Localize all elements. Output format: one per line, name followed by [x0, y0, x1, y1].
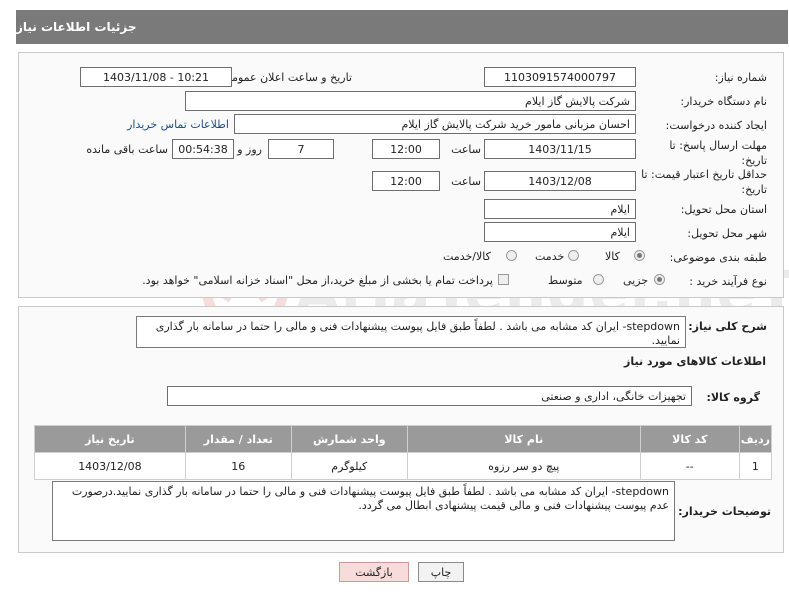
province-label: استان محل تحویل:: [680, 203, 767, 216]
deadline-time-field: 12:00: [372, 139, 440, 159]
city-label: شهر محل تحویل:: [687, 227, 767, 240]
cell-date: 1403/12/08: [34, 452, 186, 480]
process-option-medium: متوسط: [548, 274, 583, 287]
buyer-org-field: شرکت پالایش گاز ایلام: [185, 91, 636, 111]
contact-info-link[interactable]: اطلاعات تماس خریدار: [127, 118, 229, 131]
cell-row: 1: [738, 452, 773, 480]
category-label: طبقه بندی موضوعی:: [669, 251, 767, 264]
category-option-service: خدمت: [535, 250, 565, 263]
buyer-org-label: نام دستگاه خریدار:: [680, 95, 767, 108]
validity-time-label: ساعت: [451, 175, 481, 188]
need-number-label: شماره نیاز:: [714, 71, 767, 84]
deadline-date-field: 1403/11/15: [484, 139, 636, 159]
cell-code: --: [639, 452, 740, 480]
announce-label: تاریخ و ساعت اعلان عمومی:: [219, 71, 352, 84]
cell-name: پیچ دو سر رزوه: [406, 452, 641, 480]
deadline-time-label: ساعت: [451, 143, 481, 156]
process-radio-medium[interactable]: [593, 274, 604, 285]
description-label: شرح کلی نیاز:: [688, 320, 767, 333]
col-row: ردیف: [738, 425, 773, 453]
cell-unit: کیلوگرم: [290, 452, 408, 480]
cell-qty: 16: [184, 452, 292, 480]
validity-date-field: 1403/12/08: [484, 171, 636, 191]
page-header: جزئیات اطلاعات نیاز: [16, 10, 788, 44]
deadline-label: مهلت ارسال پاسخ: تا تاریخ:: [669, 139, 767, 167]
category-radio-service[interactable]: [568, 250, 579, 261]
category-option-goods: کالا: [605, 250, 620, 263]
col-unit: واحد شمارش: [290, 425, 408, 453]
category-radio-goods-service[interactable]: [506, 250, 517, 261]
days-field: 7: [268, 139, 334, 159]
validity-time-field: 12:00: [372, 171, 440, 191]
city-field: ایلام: [484, 222, 636, 242]
goods-group-field: تجهیزات خانگی، اداری و صنعتی: [167, 386, 692, 406]
goods-section-title: اطلاعات کالاهای مورد نیاز: [624, 355, 766, 368]
announce-field: 1403/11/08 - 10:21: [80, 67, 232, 87]
process-option-minor: جزیی: [623, 274, 649, 287]
table-header-row: ردیف کد کالا نام کالا واحد شمارش تعداد /…: [34, 425, 773, 453]
requester-field: احسان مزبانی مامور خرید شرکت پالایش گاز …: [234, 114, 636, 134]
goods-group-label: گروه کالا:: [706, 391, 760, 404]
remaining-time-field: 00:54:38: [172, 139, 234, 159]
col-date: تاریخ نیاز: [34, 425, 186, 453]
col-name: نام کالا: [406, 425, 641, 453]
process-label: نوع فرآیند خرید :: [689, 275, 767, 288]
table-row: 1 -- پیچ دو سر رزوه کیلوگرم 16 1403/12/0…: [34, 452, 773, 480]
treasury-payment-checkbox[interactable]: [498, 274, 509, 285]
back-button[interactable]: بازگشت: [339, 562, 409, 582]
description-textarea: stepdown- ایران کد مشابه می باشد . لطفاً…: [136, 316, 686, 348]
buyer-notes-label: توضیحات خریدار:: [678, 505, 771, 518]
buyer-notes-textarea: stepdown- ایران کد مشابه می باشد . لطفاً…: [52, 481, 675, 541]
remaining-time-label: ساعت باقی مانده: [86, 143, 168, 156]
validity-label: حداقل تاریخ اعتبار قیمت: تا تاریخ:: [641, 168, 767, 196]
category-option-goods-service: کالا/خدمت: [443, 250, 491, 263]
print-button[interactable]: چاپ: [418, 562, 464, 582]
need-number-field: 1103091574000797: [484, 67, 636, 87]
page-title: جزئیات اطلاعات نیاز: [16, 20, 137, 34]
goods-table: ردیف کد کالا نام کالا واحد شمارش تعداد /…: [34, 425, 773, 480]
col-qty: تعداد / مقدار: [184, 425, 292, 453]
col-code: کد کالا: [639, 425, 740, 453]
treasury-payment-note: پرداخت تمام یا بخشی از مبلغ خرید،از محل …: [142, 274, 493, 287]
requester-label: ایجاد کننده درخواست:: [665, 119, 767, 132]
province-field: ایلام: [484, 199, 636, 219]
category-radio-goods[interactable]: [634, 250, 645, 261]
process-radio-minor[interactable]: [654, 274, 665, 285]
days-label: روز و: [237, 143, 262, 156]
